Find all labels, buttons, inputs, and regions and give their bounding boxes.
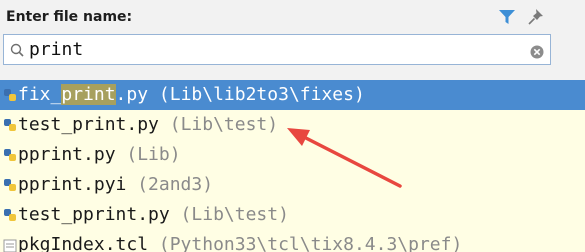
dialog-header: Enter file name: bbox=[0, 0, 585, 36]
tcl-file-icon bbox=[3, 238, 17, 252]
python-file-icon bbox=[2, 147, 18, 163]
result-row[interactable]: pkgIndex.tcl (Python33\tcl\tix8.4.3\pref… bbox=[0, 230, 585, 252]
filename: test_pprint.py bbox=[18, 204, 170, 225]
result-label: fix_print.py (Lib\lib2to3\fixes) bbox=[18, 84, 365, 105]
pin-icon[interactable] bbox=[526, 7, 546, 27]
result-label: test_pprint.py (Lib\test) bbox=[18, 204, 289, 225]
python-file-icon bbox=[2, 177, 18, 193]
header-label: Enter file name: bbox=[6, 9, 133, 25]
match-highlight: print bbox=[61, 84, 116, 105]
filename-suffix: .py bbox=[115, 84, 149, 105]
filter-icon[interactable] bbox=[497, 7, 517, 27]
file-location: (Lib\lib2to3\fixes) bbox=[148, 84, 365, 105]
filename: pprint.pyi bbox=[18, 174, 127, 195]
file-location: (2and3) bbox=[126, 174, 214, 195]
search-field[interactable]: print bbox=[3, 34, 551, 65]
result-row[interactable]: pprint.pyi (2and3) bbox=[0, 170, 585, 200]
filename: test_print.py bbox=[18, 114, 159, 135]
file-location: (Lib) bbox=[115, 144, 181, 165]
file-location: (Lib\test) bbox=[169, 204, 289, 225]
result-row[interactable]: test_print.py (Lib\test) bbox=[0, 110, 585, 140]
result-label: test_print.py (Lib\test) bbox=[18, 114, 278, 135]
clear-icon[interactable] bbox=[530, 44, 544, 59]
result-label: pprint.pyi (2and3) bbox=[18, 174, 213, 195]
filename: pkgIndex.tcl bbox=[18, 234, 149, 252]
result-row[interactable]: fix_print.py (Lib\lib2to3\fixes) bbox=[0, 80, 585, 110]
file-results-list: fix_print.py (Lib\lib2to3\fixes) test_pr… bbox=[0, 80, 585, 252]
file-location: (Python33\tcl\tix8.4.3\pref) bbox=[148, 234, 463, 252]
result-label: pprint.py (Lib) bbox=[18, 144, 181, 165]
result-row[interactable]: pprint.py (Lib) bbox=[0, 140, 585, 170]
python-file-icon bbox=[2, 207, 18, 223]
python-file-icon bbox=[2, 117, 18, 133]
search-input[interactable]: print bbox=[29, 39, 83, 60]
result-label: pkgIndex.tcl (Python33\tcl\tix8.4.3\pref… bbox=[18, 234, 462, 252]
search-icon bbox=[9, 42, 25, 58]
filename-prefix: fix_ bbox=[18, 84, 62, 105]
python-file-icon bbox=[2, 87, 18, 103]
result-row[interactable]: test_pprint.py (Lib\test) bbox=[0, 200, 585, 230]
filename: pprint.py bbox=[18, 144, 116, 165]
file-location: (Lib\test) bbox=[158, 114, 279, 135]
